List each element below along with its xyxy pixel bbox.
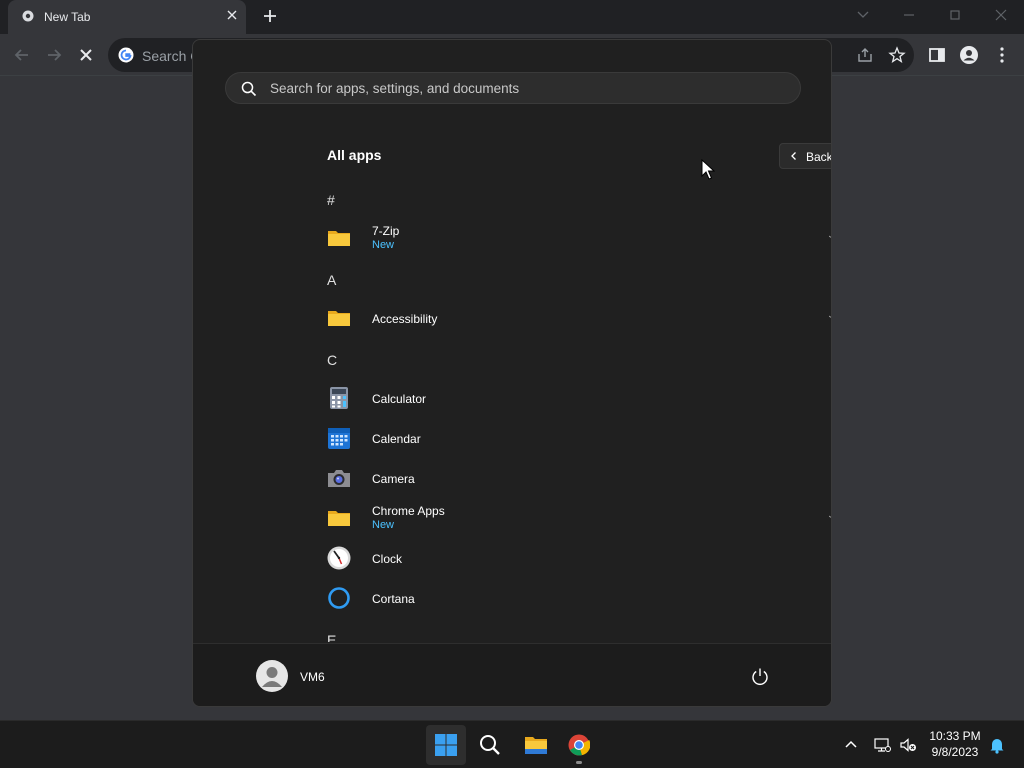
- search-icon: [241, 81, 257, 97]
- power-icon[interactable]: [749, 666, 771, 688]
- new-tab-button[interactable]: [260, 6, 280, 26]
- clock-icon: [327, 546, 351, 570]
- app-chrome-apps[interactable]: Chrome Apps New: [313, 498, 831, 538]
- cortana-icon: [328, 587, 350, 609]
- share-icon[interactable]: [856, 46, 874, 64]
- avatar[interactable]: [256, 660, 288, 692]
- network-icon[interactable]: [873, 736, 891, 754]
- app-name: Calendar: [372, 432, 421, 446]
- profile-icon[interactable]: [959, 45, 979, 65]
- all-apps-heading: All apps: [327, 147, 382, 163]
- clock-time[interactable]: 10:33 PM: [922, 729, 988, 743]
- chevron-down-icon: [829, 315, 831, 318]
- file-explorer-icon: [525, 737, 547, 754]
- app-name: Cortana: [372, 592, 415, 606]
- new-badge: New: [372, 239, 395, 251]
- tab-title: New Tab: [44, 10, 91, 24]
- google-icon: [118, 47, 134, 63]
- start-menu: Search for apps, settings, and documents…: [192, 39, 832, 707]
- all-apps-list: # 7-Zip New A Accessibility C Calculator…: [313, 180, 831, 642]
- browser-tabstrip: New Tab: [0, 0, 1024, 34]
- camera-icon: [328, 470, 350, 487]
- chevron-down-icon: [829, 515, 831, 518]
- chevron-up-icon[interactable]: [842, 736, 860, 754]
- new-badge: New: [372, 519, 395, 531]
- taskbar-chrome[interactable]: [559, 725, 599, 765]
- app-name: Clock: [372, 552, 403, 566]
- calculator-icon: [330, 387, 348, 409]
- taskbar-search-button[interactable]: [470, 725, 510, 765]
- minimize-button[interactable]: [899, 6, 919, 24]
- app-name: Camera: [372, 472, 415, 486]
- menu-kebab-icon[interactable]: [992, 45, 1012, 65]
- calendar-icon: [328, 428, 350, 449]
- stop-loading-icon[interactable]: [76, 45, 96, 65]
- app-calculator[interactable]: Calculator: [313, 378, 831, 418]
- user-name[interactable]: VM6: [300, 670, 325, 684]
- section-letter-e[interactable]: E: [327, 632, 336, 642]
- chevron-left-icon: [791, 152, 796, 160]
- forward-arrow-icon[interactable]: [44, 45, 64, 65]
- taskbar-file-explorer[interactable]: [515, 725, 555, 765]
- chevron-down-icon: [829, 235, 831, 238]
- tab-new-tab[interactable]: New Tab: [8, 0, 246, 34]
- restore-button[interactable]: [945, 6, 965, 24]
- close-window-button[interactable]: [991, 6, 1011, 24]
- section-letter-hash[interactable]: #: [327, 192, 335, 208]
- start-footer: VM6: [193, 643, 831, 706]
- app-name: 7-Zip: [372, 224, 400, 238]
- mouse-cursor-icon: [701, 159, 715, 180]
- app-camera[interactable]: Camera: [313, 458, 831, 498]
- app-clock[interactable]: Clock: [313, 538, 831, 578]
- app-calendar[interactable]: Calendar: [313, 418, 831, 458]
- volume-muted-icon[interactable]: [899, 736, 917, 754]
- start-button[interactable]: [426, 725, 466, 765]
- bookmark-star-icon[interactable]: [888, 46, 906, 64]
- tab-search-chevron-icon[interactable]: [853, 6, 873, 24]
- running-indicator: [576, 761, 582, 764]
- section-letter-c[interactable]: C: [327, 352, 337, 368]
- taskbar: 10:33 PM 9/8/2023: [0, 720, 1024, 768]
- app-7zip[interactable]: 7-Zip New: [313, 218, 831, 258]
- app-name: Calculator: [372, 392, 427, 406]
- section-letter-a[interactable]: A: [327, 272, 336, 288]
- close-tab-icon[interactable]: [225, 8, 239, 22]
- side-panel-icon[interactable]: [927, 45, 947, 65]
- notification-bell-icon[interactable]: [988, 736, 1006, 754]
- folder-icon: [328, 311, 350, 326]
- app-accessibility[interactable]: Accessibility: [313, 298, 831, 338]
- start-icon: [435, 734, 457, 756]
- search-placeholder: Search for apps, settings, and documents: [270, 81, 520, 96]
- chrome-icon: [568, 734, 590, 756]
- app-name: Chrome Apps: [372, 504, 445, 518]
- chrome-favicon-icon: [22, 10, 34, 22]
- search-icon: [480, 735, 500, 755]
- start-search-input[interactable]: Search for apps, settings, and documents: [225, 72, 801, 104]
- folder-icon: [328, 231, 350, 246]
- back-label: Back: [806, 150, 832, 164]
- back-arrow-icon[interactable]: [12, 45, 32, 65]
- clock-date[interactable]: 9/8/2023: [922, 745, 988, 759]
- back-button[interactable]: Back: [779, 143, 832, 169]
- app-name: Accessibility: [372, 312, 438, 326]
- user-icon: [262, 667, 282, 687]
- app-cortana[interactable]: Cortana: [313, 578, 831, 618]
- folder-icon: [328, 511, 350, 526]
